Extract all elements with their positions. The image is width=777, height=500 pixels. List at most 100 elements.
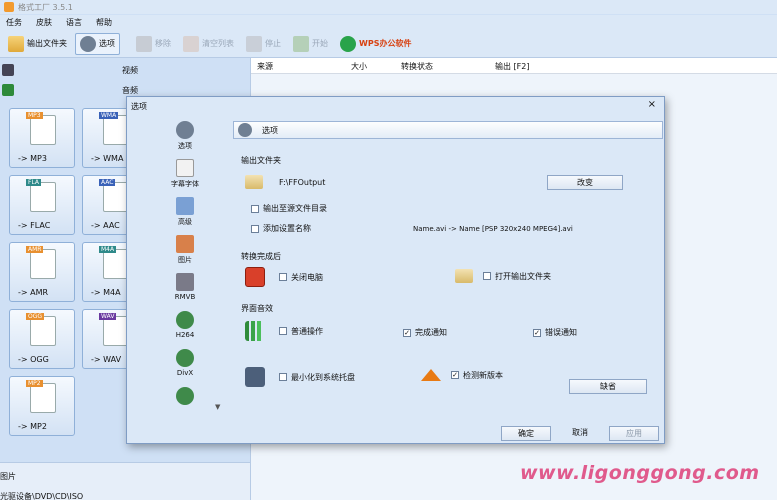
format-tile-flac[interactable]: FLA -> FLAC <box>9 175 75 235</box>
format-tile-amr[interactable]: AMR -> AMR <box>9 242 75 302</box>
category-pictures[interactable]: 图片 <box>0 467 250 485</box>
menu-skin[interactable]: 皮肤 <box>36 17 52 28</box>
error-notify-label: 错误通知 <box>545 328 577 337</box>
app-icon <box>4 2 14 12</box>
delete-icon <box>183 35 199 52</box>
add-setting-name-checkbox[interactable] <box>251 224 259 233</box>
format-label: -> AAC <box>91 221 120 230</box>
format-badge: AMR <box>26 246 44 253</box>
film-icon <box>176 273 194 291</box>
done-notify-checkbox[interactable]: ✓ <box>403 328 411 337</box>
nav-subtitle-font[interactable]: 字幕字体 <box>157 159 213 197</box>
wps-button[interactable]: WPS办公软件 <box>336 33 415 55</box>
change-button[interactable]: 改变 <box>547 175 623 190</box>
nav-options[interactable]: 选项 <box>157 121 213 159</box>
check-update-label: 检测新版本 <box>463 370 503 380</box>
error-notify-checkbox[interactable]: ✓ <box>533 328 541 337</box>
nav-divx[interactable]: DivX <box>157 349 213 387</box>
format-label: -> FLAC <box>18 221 51 230</box>
remove-button[interactable]: 移除 <box>132 33 175 55</box>
nav-advanced[interactable]: 高级 <box>157 197 213 235</box>
app-title: 格式工厂 3.5.1 <box>18 3 73 12</box>
category-rom[interactable]: 光驱设备\DVD\CD\ISO <box>0 487 250 500</box>
nav-label: RMVB <box>174 293 196 301</box>
col-status[interactable]: 转换状态 <box>401 61 433 72</box>
film-reel-icon <box>176 311 194 329</box>
error-notify-row: ✓ 错误通知 <box>533 327 577 338</box>
nav-xvid[interactable] <box>157 387 213 411</box>
nav-label: DivX <box>176 369 194 377</box>
start-button[interactable]: 开始 <box>289 33 332 55</box>
stop-icon <box>246 35 262 52</box>
stop-button[interactable]: 停止 <box>242 33 285 55</box>
nav-picture[interactable]: 图片 <box>157 235 213 273</box>
close-icon[interactable]: × <box>648 99 656 110</box>
wps-label: WPS办公软件 <box>359 39 412 48</box>
format-tile-mp3[interactable]: MP3 -> MP3 <box>9 108 75 168</box>
format-label: -> OGG <box>18 355 49 364</box>
output-path-row: F:\FFOutput <box>245 175 325 189</box>
options-button[interactable]: 选项 <box>75 32 120 55</box>
format-badge: AAC <box>99 179 116 186</box>
headphones-icon <box>30 182 56 212</box>
gear-icon <box>176 121 194 139</box>
add-setting-name-row[interactable]: 添加设置名称 <box>251 223 311 234</box>
film-reel-icon <box>176 387 194 405</box>
nav-h264[interactable]: H264 <box>157 311 213 349</box>
minimize-tray-row: 最小化到系统托盘 <box>245 367 355 387</box>
minimize-tray-checkbox[interactable] <box>279 373 287 381</box>
clear-list-button[interactable]: 清空列表 <box>179 33 238 55</box>
normal-op-label: 普通操作 <box>291 326 323 336</box>
format-badge: MP2 <box>26 380 43 387</box>
shutdown-row: 关闭电脑 <box>245 267 323 287</box>
wps-icon <box>340 35 356 52</box>
apply-button[interactable]: 应用 <box>609 426 659 441</box>
menu-task[interactable]: 任务 <box>6 17 22 28</box>
output-folder-label: 输出文件夹 <box>27 39 67 48</box>
speaker-icon <box>30 383 56 413</box>
menu-language[interactable]: 语言 <box>66 17 82 28</box>
film-icon <box>2 64 14 76</box>
format-label: -> M4A <box>91 288 121 297</box>
format-badge: WMA <box>99 112 119 119</box>
nav-rmvb[interactable]: RMVB <box>157 273 213 311</box>
format-tile-mp2[interactable]: MP2 -> MP2 <box>9 376 75 436</box>
output-folder-button[interactable]: 输出文件夹 <box>4 33 71 55</box>
category-audio-label: 音频 <box>122 85 138 95</box>
toolbar: 输出文件夹 选项 移除 清空列表 停止 开始 WPS办公软件 <box>0 30 777 58</box>
open-output-row: 打开输出文件夹 <box>455 269 551 283</box>
minimize-tray-label: 最小化到系统托盘 <box>291 372 355 382</box>
default-button[interactable]: 缺省 <box>569 379 647 394</box>
document-icon <box>176 159 194 177</box>
check-update-checkbox[interactable]: ✓ <box>451 371 459 379</box>
options-label: 选项 <box>99 39 115 48</box>
col-source[interactable]: 来源 <box>257 61 273 72</box>
normal-op-checkbox[interactable] <box>279 327 287 335</box>
format-label: -> WAV <box>91 355 122 364</box>
title-bar: 格式工厂 3.5.1 <box>0 0 777 14</box>
play-icon <box>293 35 309 52</box>
menu-help[interactable]: 帮助 <box>96 17 112 28</box>
output-to-source-checkbox[interactable] <box>251 204 259 213</box>
category-rom-label: 光驱设备\DVD\CD\ISO <box>0 491 84 500</box>
picture-icon <box>176 197 194 215</box>
open-output-checkbox[interactable] <box>483 272 491 280</box>
category-video[interactable]: 视频 <box>0 60 250 80</box>
check-update-row: ✓ 检测新版本 <box>421 369 503 381</box>
section-output-folder: 输出文件夹 <box>241 156 281 165</box>
stop-label: 停止 <box>265 39 281 48</box>
remove-label: 移除 <box>155 39 171 48</box>
shutdown-checkbox[interactable] <box>279 273 287 281</box>
folder-icon <box>8 35 24 52</box>
cancel-button[interactable]: 取消 <box>555 426 605 441</box>
col-output[interactable]: 输出 [F2] <box>495 61 529 72</box>
clear-list-label: 清空列表 <box>202 39 234 48</box>
volume-bars-icon <box>245 321 265 341</box>
ok-button[interactable]: 确定 <box>501 426 551 441</box>
output-to-source-row[interactable]: 输出至源文件目录 <box>251 203 327 214</box>
scroll-down-icon[interactable]: ▼ <box>215 403 225 413</box>
format-tile-ogg[interactable]: OGG -> OGG <box>9 309 75 369</box>
col-size[interactable]: 大小 <box>351 61 367 72</box>
format-badge: WAV <box>99 313 117 320</box>
folder-icon[interactable] <box>245 175 263 189</box>
